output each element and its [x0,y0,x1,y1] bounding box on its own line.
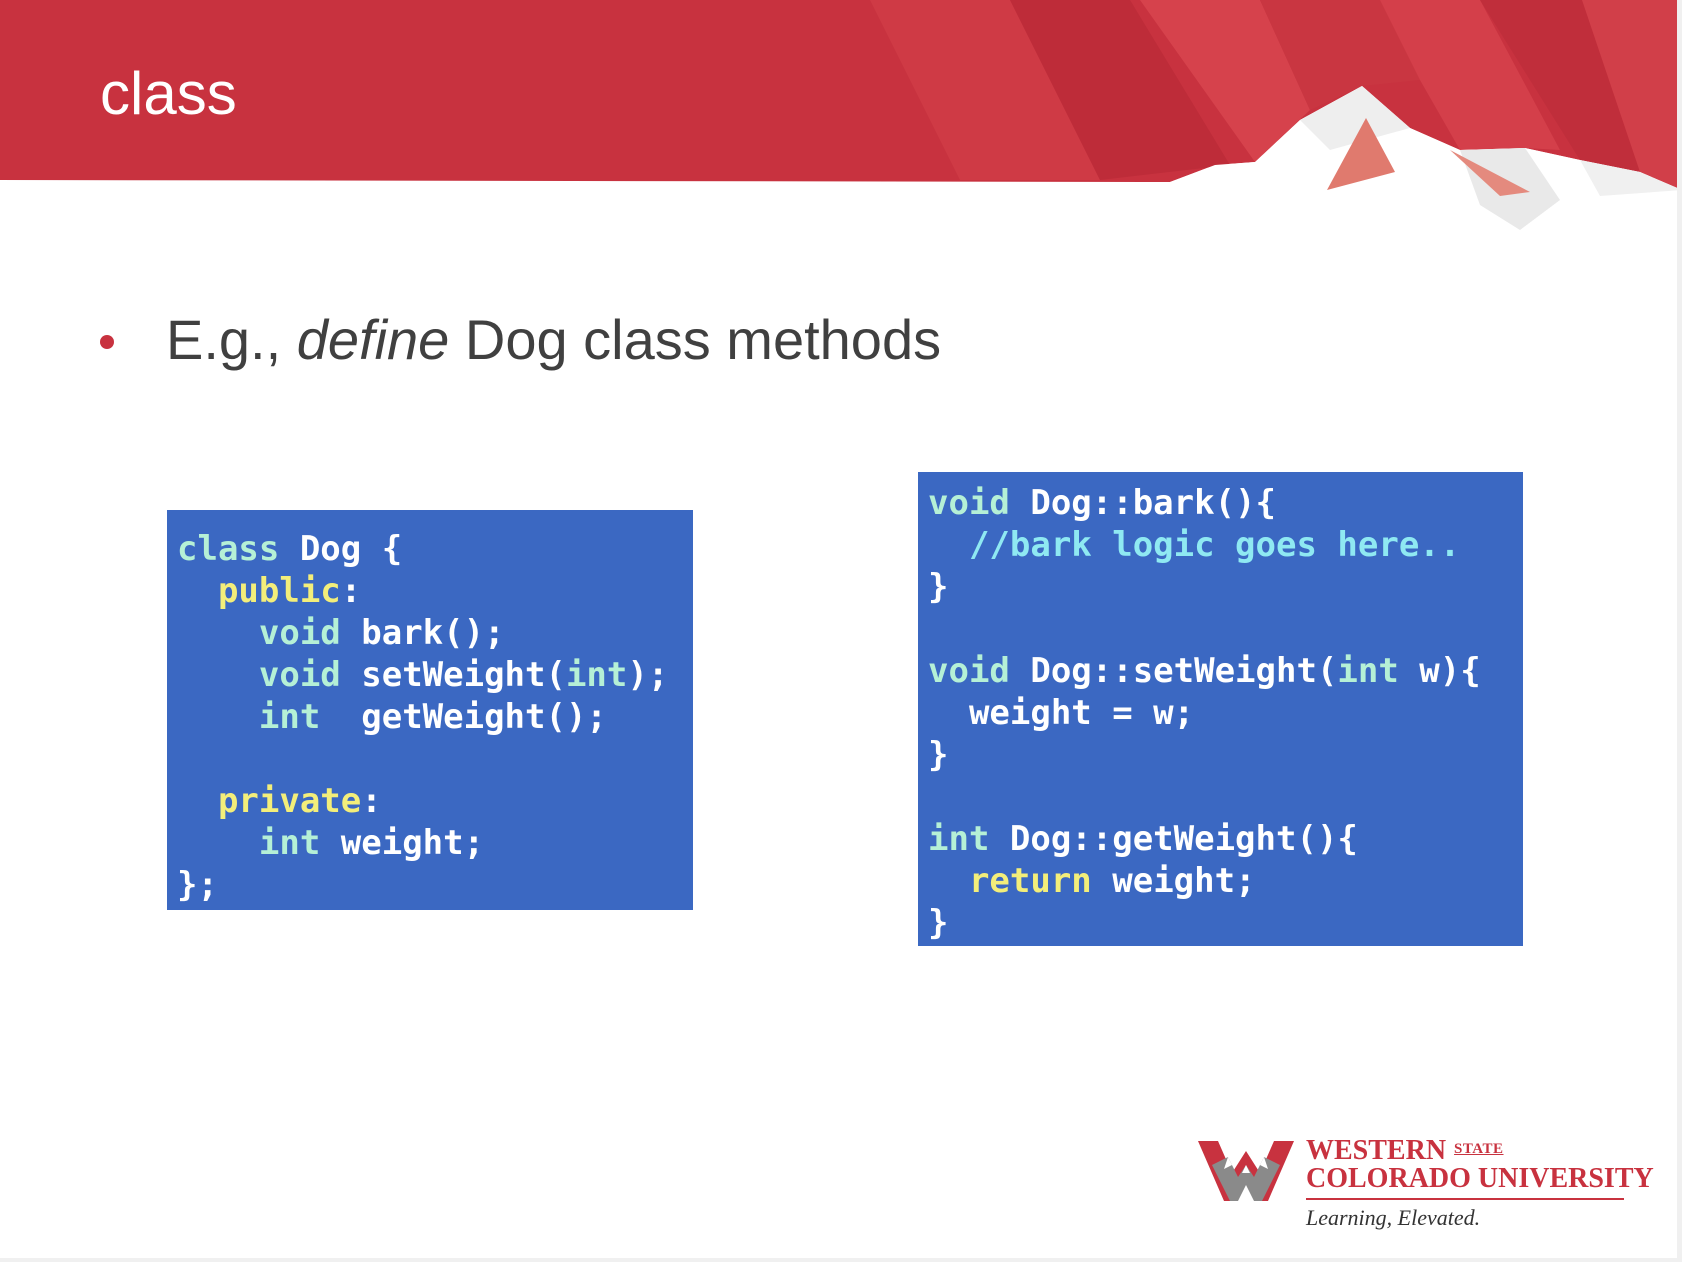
code-token: } [928,735,949,775]
code-line: } [928,566,1523,608]
code-token: int [565,655,628,695]
code-line: } [928,734,1523,776]
code-token: void [258,613,341,653]
logo-tagline: Learning, Elevated. [1306,1205,1481,1230]
slide: class E.g., define Dog class methods cla… [0,0,1682,1262]
code-token: int [258,697,321,737]
slide-right-edge [1677,0,1682,1262]
code-line: void bark(); [177,612,693,654]
bullet-suffix: Dog class methods [449,308,942,371]
bullet-emphasis: define [296,308,450,371]
code-line: void Dog::setWeight(int w){ [928,650,1523,692]
slide-title: class [100,60,237,127]
code-token: bark(); [340,613,505,653]
code-token: //bark logic goes here.. [968,525,1461,565]
code-line: int weight; [177,822,693,864]
logo-divider [1306,1198,1624,1200]
code-line: int Dog::getWeight(){ [928,818,1523,860]
code-token: } [928,903,949,943]
code-token: int [1337,651,1399,691]
code-line: weight = w; [928,692,1523,734]
code-line: int getWeight(); [177,696,693,738]
code-token: void [258,655,341,695]
code-line: return weight; [928,860,1523,902]
logo-wordmark-line1: WESTERN STATE [1306,1133,1504,1167]
code-token: : [361,781,382,821]
code-token: : [340,571,362,611]
logo-western: WESTERN [1306,1135,1447,1166]
code-token: } [928,567,949,607]
university-logo: WESTERN STATE COLORADO UNIVERSITY Learnin… [1198,1130,1654,1235]
code-token: Dog::setWeight( [1009,651,1338,691]
code-token: Dog { [279,529,403,569]
code-token: return [968,861,1092,901]
code-line: void setWeight(int); [177,654,693,696]
code-line: void Dog::bark(){ [928,482,1523,524]
code-token: int [258,823,321,863]
code-token: weight; [320,823,485,863]
bullet-item: E.g., define Dog class methods [100,305,941,375]
code-token: ); [627,655,669,695]
code-token: Dog::getWeight(){ [989,819,1358,859]
header-banner [0,0,1682,230]
class-declaration-code-block: class Dog { public: void bark(); void se… [167,510,693,910]
code-token: class [177,529,280,569]
code-line: private: [177,780,693,822]
code-token: void [928,651,1010,691]
bullet-text: E.g., define Dog class methods [166,305,941,375]
code-token: weight; [1091,861,1256,901]
code-token: getWeight(); [320,697,607,737]
code-token: Dog::bark(){ [1009,483,1276,523]
code-line: //bark logic goes here.. [928,524,1523,566]
code-line: } [928,902,1523,944]
code-line: }; [177,864,693,906]
method-definitions-code-block: void Dog::bark(){ //bark logic goes here… [918,472,1523,946]
bullet-prefix: E.g., [166,308,297,371]
code-token: void [928,483,1010,523]
code-token: w){ [1398,651,1481,691]
w-mountain-logo-icon [1198,1141,1294,1201]
bullet-dot-icon [100,335,114,349]
logo-wordmark-line2: COLORADO UNIVERSITY [1306,1163,1654,1194]
code-token: private [217,781,362,821]
code-token: }; [177,865,218,905]
code-token: int [928,819,990,859]
code-token: public [217,571,341,611]
code-line: class Dog { [177,528,693,570]
logo-state: STATE [1454,1141,1504,1157]
code-line: public: [177,570,693,612]
code-token: setWeight( [340,655,566,695]
slide-bottom-edge [0,1258,1682,1262]
code-token: weight = w; [928,693,1195,733]
